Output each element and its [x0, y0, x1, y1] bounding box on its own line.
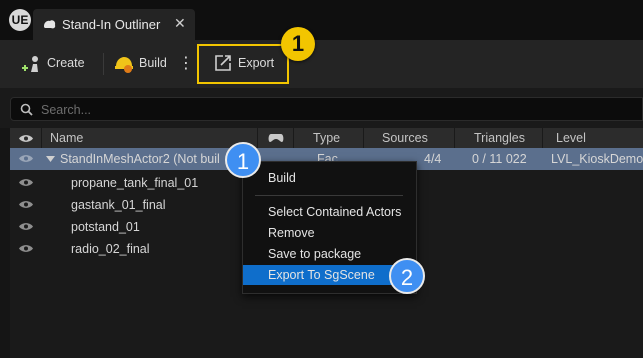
column-header-sources[interactable]: Sources [382, 131, 428, 145]
close-tab-icon[interactable]: ✕ [174, 15, 186, 32]
row-name: StandInMeshActor2 (Not buil [60, 152, 220, 166]
menu-item-label: Save to package [268, 247, 362, 261]
tab-label: Stand-In Outliner [62, 17, 161, 32]
create-button[interactable]: Create [20, 52, 90, 76]
visibility-eye-icon[interactable] [19, 200, 33, 209]
column-divider [542, 128, 543, 148]
column-header-type[interactable]: Type [313, 131, 340, 145]
build-icon [115, 57, 133, 73]
unreal-logo-icon: UE [9, 9, 31, 31]
callout-badge-1: 1 [225, 142, 261, 178]
tab-stand-in-outliner[interactable]: Stand-In Outliner ✕ [33, 9, 195, 40]
visibility-eye-icon[interactable] [19, 244, 33, 253]
menu-item-label: Build [268, 171, 296, 185]
menu-item-label: Select Contained Actors [268, 205, 402, 219]
more-options-glyph: ⋮ [178, 55, 194, 72]
callout-badge-2: 2 [389, 258, 425, 294]
menu-item-label: Export To SgScene [268, 268, 375, 282]
build-button[interactable]: Build [114, 52, 174, 76]
visibility-eye-icon[interactable] [19, 222, 33, 231]
toolbar: Create Build ⋮ Export [0, 40, 643, 88]
row-name: radio_02_final [71, 242, 150, 256]
export-highlight-box [197, 44, 289, 84]
more-options-icon[interactable]: ⋮ [178, 52, 194, 76]
menu-item-remove[interactable]: Remove [243, 223, 414, 243]
row-level: LVL_KioskDemo [551, 152, 643, 166]
table-header: Name Type Sources Triangles Level [10, 128, 643, 148]
menu-divider [255, 195, 403, 196]
build-label: Build [139, 56, 167, 70]
row-name: gastank_01_final [71, 198, 166, 212]
column-header-triangles[interactable]: Triangles [474, 131, 525, 145]
column-divider [363, 128, 364, 148]
menu-item-build[interactable]: Build [243, 168, 414, 188]
title-bar: UE Stand-In Outliner ✕ [0, 0, 643, 40]
stand-in-icon [44, 20, 56, 29]
column-divider [41, 128, 42, 148]
visibility-eye-icon[interactable] [19, 154, 33, 163]
search-placeholder: Search... [41, 103, 92, 117]
column-header-name[interactable]: Name [50, 131, 83, 145]
create-icon [22, 56, 38, 72]
visibility-column-eye-icon[interactable] [19, 134, 33, 143]
menu-item-select-contained-actors[interactable]: Select Contained Actors [243, 202, 414, 222]
search-input[interactable]: Search... [10, 97, 643, 121]
search-icon [20, 103, 33, 116]
menu-item-save-to-package[interactable]: Save to package [243, 244, 414, 264]
column-divider [293, 128, 294, 148]
expand-arrow-icon[interactable] [46, 156, 55, 162]
visibility-eye-icon[interactable] [19, 178, 33, 187]
row-triangles: 0 / 11 022 [472, 152, 527, 166]
column-divider [454, 128, 455, 148]
column-divider [257, 128, 258, 148]
toolbar-divider [103, 53, 104, 75]
create-label: Create [47, 56, 85, 70]
gamepad-icon[interactable] [268, 133, 284, 143]
callout-badge-1: 1 [281, 27, 315, 61]
row-name: potstand_01 [71, 220, 140, 234]
row-sources: 4/4 [424, 152, 442, 166]
column-header-level[interactable]: Level [556, 131, 586, 145]
row-name: propane_tank_final_01 [71, 176, 199, 190]
menu-item-label: Remove [268, 226, 315, 240]
